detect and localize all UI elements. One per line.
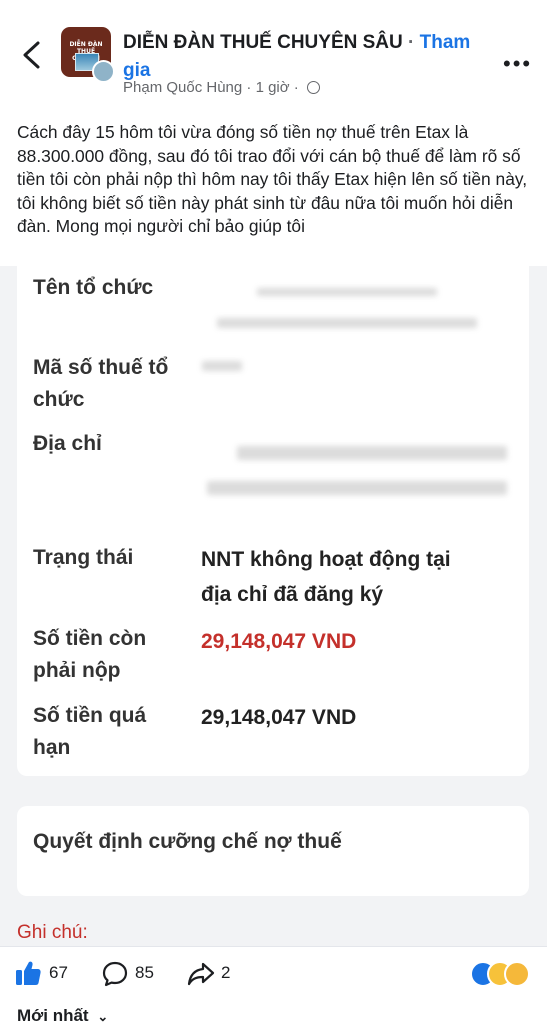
decision-title: Quyết định cưỡng chế nợ thuế [33,830,342,853]
post-body: Cách đây 15 hôm tôi vừa đóng số tiền nợ … [17,122,528,236]
share-count[interactable]: 2 [221,963,230,983]
sort-label: Mới nhất [17,1006,89,1025]
author-avatar[interactable] [92,60,115,83]
status-value-line1: NNT không hoạt động tại [201,548,451,571]
like-icon[interactable] [14,959,42,987]
address-label: Địa chỉ [33,432,102,455]
enforcement-decision-card: Quyết định cưỡng chế nợ thuế [17,806,529,896]
comment-count[interactable]: 85 [135,963,154,983]
remaining-amount: 29,148,047 VND [201,630,357,653]
post-actions-bar: 67 85 2 [0,946,547,1003]
redacted-org-name [217,318,477,328]
attached-screenshot[interactable]: Tên tổ chức Mã số thuế tổ chức Địa chỉ T… [0,266,547,946]
redacted-tax-code [202,361,242,371]
tax-code-label-line2: chức [33,388,85,411]
redacted-org-name-2 [257,288,437,296]
redacted-address [237,446,507,460]
reaction-summary[interactable] [470,961,534,987]
author-name[interactable]: Phạm Quốc Hùng [123,79,242,96]
org-name-label: Tên tổ chức [33,276,154,299]
share-icon[interactable] [186,960,216,988]
more-options-icon[interactable]: ••• [503,51,532,77]
redacted-address-2 [207,481,507,495]
post-header: DIỄN ĐÀN THUẾ CHUYÊN DIỄN ĐÀN THUẾ CHUYÊ… [0,0,547,110]
group-name-link[interactable]: DIỄN ĐÀN THUẾ CHUYÊN SÂU [123,32,403,53]
globe-icon [306,81,320,94]
overdue-amount: 29,148,047 VND [201,706,357,729]
chevron-down-icon: ⌄ [97,1009,109,1024]
sad-reaction-icon [504,961,530,987]
tax-code-label-line1: Mã số thuế tổ [33,356,169,379]
note-label: Ghi chú: [17,922,88,943]
like-count[interactable]: 67 [49,963,68,983]
post-time[interactable]: 1 giờ [256,79,290,96]
separator-dot: · [408,32,415,53]
remaining-label-line2: phải nộp [33,659,121,682]
overdue-label-line1: Số tiền quá [33,704,147,727]
status-value-line2: địa chỉ đã đăng ký [201,583,384,606]
remaining-label-line1: Số tiền còn [33,627,147,650]
overdue-label-line2: hạn [33,736,71,759]
post-meta: Phạm Quốc Hùng · 1 giờ · [123,79,320,96]
group-title: DIỄN ĐÀN THUẾ CHUYÊN SÂU · Tham gia [123,29,493,85]
status-label: Trạng thái [33,546,134,569]
back-arrow-icon[interactable] [18,40,46,70]
taxpayer-info-card: Tên tổ chức Mã số thuế tổ chức Địa chỉ T… [17,266,529,776]
comment-icon[interactable] [101,960,129,988]
comment-sort-dropdown[interactable]: Mới nhất ⌄ [17,1006,108,1026]
